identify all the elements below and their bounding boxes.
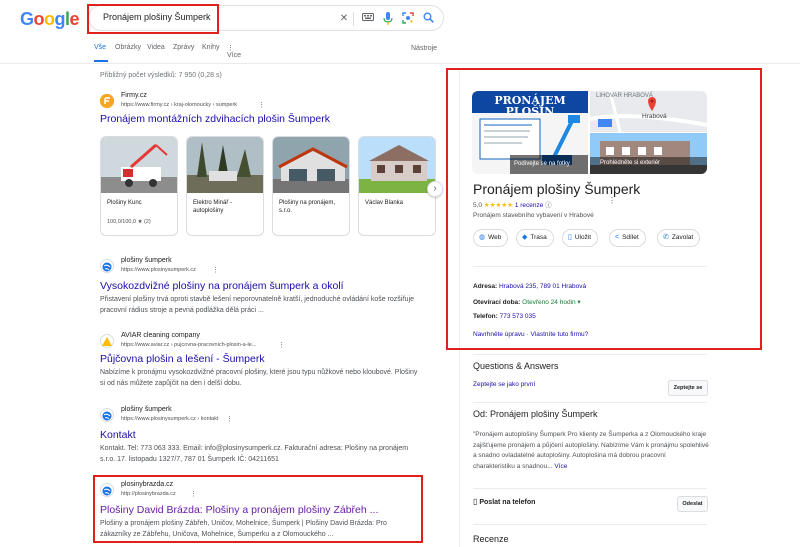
ask-question-link[interactable]: Zeptejte se jako první xyxy=(473,381,535,388)
business-photo xyxy=(359,137,435,193)
more-link[interactable]: Více xyxy=(554,463,567,470)
tools-button[interactable]: Nástroje xyxy=(411,45,437,52)
clear-icon[interactable]: ✕ xyxy=(337,12,351,26)
result-snippet: Přistavení plošiny trvá oproti stavbě le… xyxy=(100,296,415,314)
result-title[interactable]: Vysokozdvižné plošiny na pronájem šumper… xyxy=(100,280,344,292)
keyboard-icon[interactable] xyxy=(361,12,375,26)
tab-videos[interactable]: Videa xyxy=(147,44,165,51)
business-photo xyxy=(273,137,349,193)
panel-divider-line xyxy=(473,354,707,355)
business-card[interactable]: Elektro Minář - autoplošiny xyxy=(186,136,264,236)
card-name: Václav Blanka xyxy=(365,200,404,206)
result-stats: Přibližný počet výsledků: 7 950 (0,28 s) xyxy=(100,72,222,79)
result-title[interactable]: Pronájem montážních zdvihacích plošin Šu… xyxy=(100,113,330,125)
lens-icon[interactable] xyxy=(401,12,415,26)
result-site-name: plošiny šumperk xyxy=(121,257,172,264)
result-url[interactable]: https://www.plosinysumperk.cz › kontakt xyxy=(121,416,219,422)
tab-more[interactable]: ⋮ Více xyxy=(227,44,241,59)
qa-title: Questions & Answers xyxy=(473,361,559,371)
more-options-icon[interactable]: ⋮ xyxy=(258,101,265,109)
logo-letter: e xyxy=(69,9,80,29)
google-logo[interactable]: Google xyxy=(20,9,80,30)
tab-images[interactable]: Obrázky xyxy=(115,44,141,51)
reviews-title: Recenze xyxy=(473,534,509,544)
more-options-icon[interactable]: ⋮ xyxy=(212,266,219,274)
result-url[interactable]: https://www.plosinysumperk.cz xyxy=(121,267,196,273)
search-icon[interactable] xyxy=(421,12,435,26)
result-site-name: plošiny šumperk xyxy=(121,406,172,413)
business-description: "Pronájem autoplošiny Šumperk Pro klient… xyxy=(473,431,709,470)
header-divider xyxy=(0,63,800,64)
active-tab-indicator xyxy=(94,60,108,62)
panel-divider-line xyxy=(473,402,707,403)
globe-icon xyxy=(100,408,114,422)
tab-books[interactable]: Knihy xyxy=(202,44,220,51)
search-divider xyxy=(353,12,354,26)
logo-letter: o xyxy=(44,9,55,29)
result-site-name: AVIAR cleaning company xyxy=(121,332,200,339)
more-options-icon[interactable]: ⋮ xyxy=(226,415,233,423)
more-options-icon[interactable]: ⋮ xyxy=(278,341,285,349)
microphone-icon[interactable] xyxy=(381,12,395,26)
from-business-title: Od: Pronájem plošiny Šumperk xyxy=(473,409,598,419)
business-photo xyxy=(187,137,263,193)
panel-divider-line xyxy=(473,488,707,489)
globe-icon xyxy=(100,259,114,273)
highlight-result xyxy=(93,475,423,543)
panel-divider-line xyxy=(473,524,707,525)
card-name: Plošiny Kunc xyxy=(107,200,142,206)
result-site-name: Firmy.cz xyxy=(121,92,147,99)
result-title[interactable]: Půjčovna plošin a lešení - Šumperk xyxy=(100,353,265,365)
result-title[interactable]: Kontakt xyxy=(100,429,136,441)
firmy-favicon-icon xyxy=(100,94,114,108)
business-card[interactable]: Plošiny Kunc 100,0/100,0 ★ (2) xyxy=(100,136,178,236)
highlight-search-box xyxy=(87,4,219,34)
card-name: Elektro Minář - autoplošiny xyxy=(193,200,233,214)
aviar-favicon-icon xyxy=(100,334,114,348)
result-snippet: Nabízíme k pronájmu vysokozdvižné pracov… xyxy=(100,369,418,387)
business-photo xyxy=(101,137,177,193)
send-to-phone-row: ▯ Poslat na telefon xyxy=(473,497,536,506)
card-rating: 100,0/100,0 ★ (2) xyxy=(107,219,151,225)
send-button[interactable]: Odeslat xyxy=(677,496,708,512)
business-card[interactable]: Plošiny na pronájem, s.r.o. xyxy=(272,136,350,236)
result-url[interactable]: https://www.firmy.cz › kraj-olomoucky › … xyxy=(121,102,237,108)
ask-question-button[interactable]: Zeptejte se xyxy=(668,380,708,396)
highlight-knowledge-panel xyxy=(446,68,762,350)
logo-letter: g xyxy=(54,9,66,29)
logo-letter: G xyxy=(20,9,34,29)
logo-letter: o xyxy=(33,9,45,29)
carousel-next-button[interactable]: › xyxy=(427,181,443,197)
tab-all[interactable]: Vše xyxy=(94,44,106,51)
result-url[interactable]: https://www.aviar.cz › pujcovna-pracovni… xyxy=(121,342,256,348)
result-snippet: Kontakt. Tel: 773 063 333. Email: info@p… xyxy=(100,445,409,463)
card-name: Plošiny na pronájem, s.r.o. xyxy=(279,200,336,214)
business-card[interactable]: Václav Blanka xyxy=(358,136,436,236)
phone-send-icon: ▯ xyxy=(473,497,478,506)
tab-news[interactable]: Zprávy xyxy=(173,44,194,51)
